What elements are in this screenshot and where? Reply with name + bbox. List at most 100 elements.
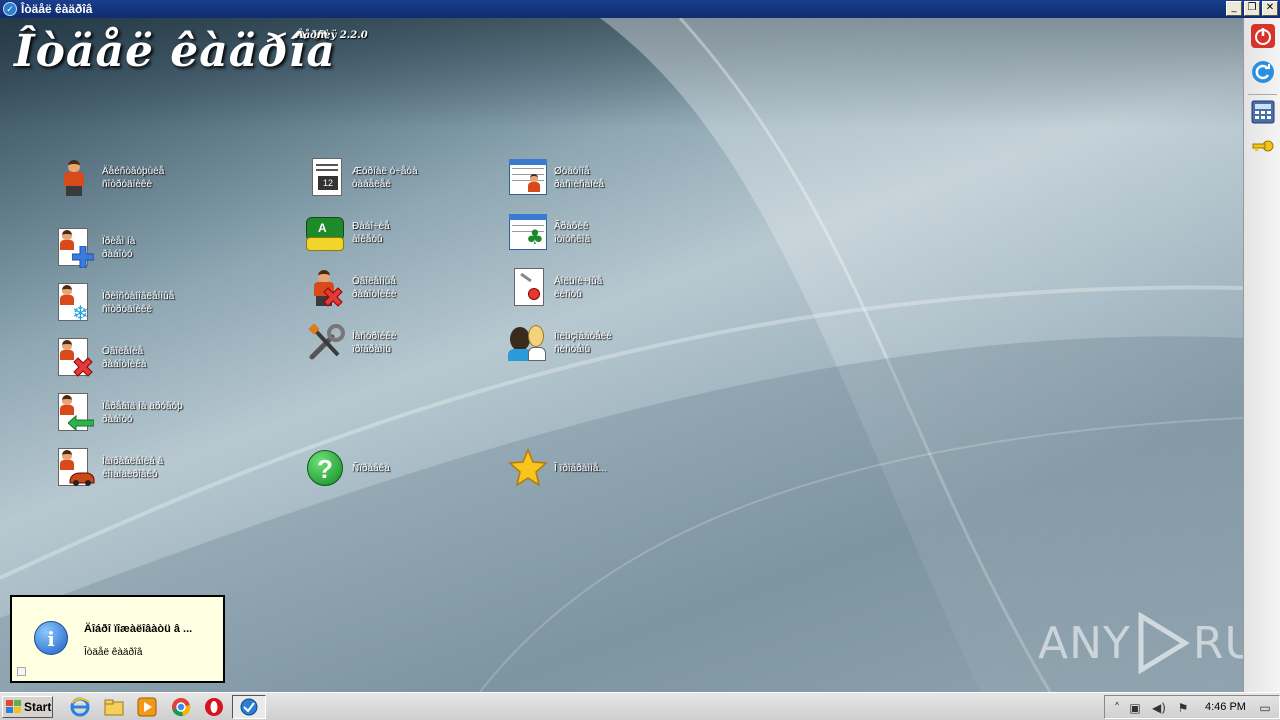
- taskbar-clock[interactable]: 4:46 PM: [1205, 701, 1246, 713]
- taskbar: Start ˄ ▣ ◀) ⚑ 4:46 PM ▭: [0, 692, 1280, 720]
- reports-icon: A: [306, 213, 346, 253]
- right-toolbar: [1243, 18, 1280, 692]
- menu-item-label: Óâîëåíèå ðàáîòíèêà: [102, 346, 147, 370]
- power-icon: [1251, 24, 1275, 48]
- info-icon: i: [34, 621, 68, 655]
- window-title: Îòäåë êàäðîâ: [21, 2, 93, 16]
- menu-item-label: Ãðàôèê îòïóñêîâ: [554, 221, 591, 245]
- tools-icon: [306, 323, 346, 363]
- welcome-info-panel: i Äîáðî ïîæàëîâàòü â ... Îòäåë êàäðîâ: [10, 595, 225, 683]
- tray-expand-icon[interactable]: ˄: [1109, 700, 1125, 716]
- menu-item-journal[interactable]: 12 Æóðíàë ó÷åòà òàáåëåé: [306, 158, 482, 198]
- power-button[interactable]: [1251, 24, 1275, 48]
- menu-item-label: Íàñòðîéêè ïðîãðàììû: [352, 331, 397, 355]
- menu-item-label: Æóðíàë ó÷åòà òàáåëåé: [352, 166, 418, 190]
- start-button[interactable]: Start: [2, 696, 53, 718]
- person-fired-icon: [306, 268, 346, 308]
- menu-item-label: Ïðèîñòàíîâëåííûå ñîòðóäíèêè: [102, 291, 175, 315]
- journal-icon: 12: [306, 158, 346, 198]
- play-icon: [1138, 612, 1190, 674]
- person-trip-icon: [56, 448, 96, 488]
- close-button[interactable]: ✕: [1262, 1, 1278, 16]
- menu-item-reports[interactable]: A Ðàáî÷èå àíêåòû: [306, 213, 482, 253]
- show-desktop-icon[interactable]: ▭: [1257, 700, 1273, 716]
- start-label: Start: [24, 700, 52, 714]
- windows-logo-icon: [6, 700, 21, 713]
- info-subtitle: Îòäåë êàäðîâ: [84, 647, 143, 658]
- menu-item-label: Ñïðàâêà: [352, 462, 390, 474]
- explorer-taskbar-button[interactable]: [104, 697, 124, 717]
- menu-item-vacations[interactable]: ♣ Ãðàôèê îòïóñêîâ: [508, 213, 684, 253]
- anyrun-watermark: ANY RUN: [1038, 612, 1243, 674]
- media-player-icon: [137, 697, 157, 717]
- dismiss-checkbox[interactable]: [17, 667, 26, 676]
- app-taskbar-icon: [240, 698, 258, 716]
- menu-item-label: Óâîëåííûå ðàáîòíèêè: [352, 276, 397, 300]
- app-icon: ✓: [3, 2, 17, 16]
- menu-item-label: Î ïðîãðàììå...: [554, 462, 607, 474]
- menu-item-transfer[interactable]: Ïåðåâîä íà äðóãóþ ðàáîòó: [56, 393, 232, 433]
- chrome-taskbar-button[interactable]: [171, 697, 191, 717]
- system-tray: ˄ ▣ ◀) ⚑ 4:46 PM ▭: [1104, 695, 1280, 719]
- opera-icon: [205, 698, 223, 716]
- info-title: Äîáðî ïîæàëîâàòü â ...: [84, 623, 193, 635]
- person-icon: [56, 158, 96, 198]
- menu-item-suspended[interactable]: ❄ Ïðèîñòàíîâëåííûå ñîòðóäíèêè: [56, 283, 232, 325]
- users-icon: [508, 323, 548, 363]
- opera-taskbar-button[interactable]: [204, 697, 224, 717]
- minimize-button[interactable]: _: [1226, 1, 1242, 16]
- version-label: Âåðñèÿ 2.2.0: [296, 30, 368, 41]
- menu-item-label: Ïîëüçîâàòåëè ñèñòåìû: [554, 331, 612, 355]
- chrome-icon: [172, 698, 191, 717]
- volume-icon[interactable]: ◀): [1151, 700, 1167, 716]
- ie-taskbar-button[interactable]: [70, 697, 90, 717]
- refresh-icon: [1252, 61, 1274, 83]
- menu-item-about[interactable]: Î ïðîãðàììå...: [508, 448, 684, 488]
- person-frozen-icon: ❄: [56, 283, 96, 325]
- menu-item-label: Ïðèåì íà ðàáîòó: [102, 236, 136, 260]
- schedule-icon: [508, 158, 548, 198]
- key-icon: [1252, 140, 1274, 152]
- watermark-right: RUN: [1192, 617, 1243, 669]
- person-transfer-icon: [56, 393, 96, 433]
- menu-item-label: Øòàòíîå ðàñïèñàíèå: [554, 166, 605, 190]
- menu-item-hire[interactable]: Ïðèåì íà ðàáîòó: [56, 228, 232, 268]
- folder-icon: [104, 699, 124, 716]
- menu-item-label: Ïåðåâîä íà äðóãóþ ðàáîòó: [102, 401, 183, 425]
- menu-item-schedule[interactable]: Øòàòíîå ðàñïèñàíèå: [508, 158, 684, 198]
- menu-item-users[interactable]: Ïîëüçîâàòåëè ñèñòåìû: [508, 323, 684, 363]
- menu-item-label: Íàïðàâëåíèå â êîìàíäèðîâêó: [102, 456, 164, 480]
- menu-item-settings[interactable]: Íàñòðîéêè ïðîãðàììû: [306, 323, 482, 363]
- menu-item-label: Ðàáî÷èå àíêåòû: [352, 221, 390, 245]
- calculator-icon: [1251, 100, 1275, 124]
- menu-item-fired[interactable]: Óâîëåííûå ðàáîòíèêè: [306, 268, 482, 308]
- calculator-button[interactable]: [1251, 100, 1275, 124]
- internet-explorer-icon: [70, 697, 90, 717]
- window-title-bar: ✓ Îòäåë êàäðîâ _ ❐ ✕: [0, 0, 1280, 18]
- menu-item-sick-leave[interactable]: Áîëüíè÷íûå ëèñòû: [508, 268, 684, 308]
- menu-item-label: Áîëüíè÷íûå ëèñòû: [554, 276, 603, 300]
- main-area: Îòäåë êàäðîâ Âåðñèÿ 2.2.0 Äåéñòâóþùèå ñî…: [0, 18, 1243, 692]
- app-title: Îòäåë êàäðîâ: [14, 26, 336, 77]
- menu-item-help[interactable]: ? Ñïðàâêà: [306, 448, 482, 488]
- sick-leave-icon: [508, 268, 548, 308]
- menu-item-employees[interactable]: Äåéñòâóþùèå ñîòðóäíèêè: [56, 158, 232, 198]
- vacation-icon: ♣: [508, 213, 548, 253]
- media-player-taskbar-button[interactable]: [137, 697, 157, 717]
- window-controls: _ ❐ ✕: [1226, 1, 1278, 16]
- watermark-left: ANY: [1038, 617, 1131, 669]
- toolbar-separator: [1248, 94, 1277, 95]
- action-center-flag-icon[interactable]: ⚑: [1175, 700, 1191, 716]
- menu-item-dismiss[interactable]: Óâîëåíèå ðàáîòíèêà: [56, 338, 232, 378]
- app-taskbar-button[interactable]: [232, 695, 266, 719]
- network-icon[interactable]: ▣: [1127, 700, 1143, 716]
- key-button[interactable]: [1251, 134, 1275, 158]
- star-icon: [508, 448, 548, 488]
- restore-button[interactable]: ❐: [1244, 1, 1260, 16]
- refresh-button[interactable]: [1251, 60, 1275, 84]
- person-add-icon: [56, 228, 96, 268]
- help-icon: ?: [306, 448, 346, 488]
- menu-item-business-trip[interactable]: Íàïðàâëåíèå â êîìàíäèðîâêó: [56, 448, 232, 488]
- person-remove-icon: [56, 338, 96, 378]
- menu-item-label: Äåéñòâóþùèå ñîòðóäíèêè: [102, 166, 165, 190]
